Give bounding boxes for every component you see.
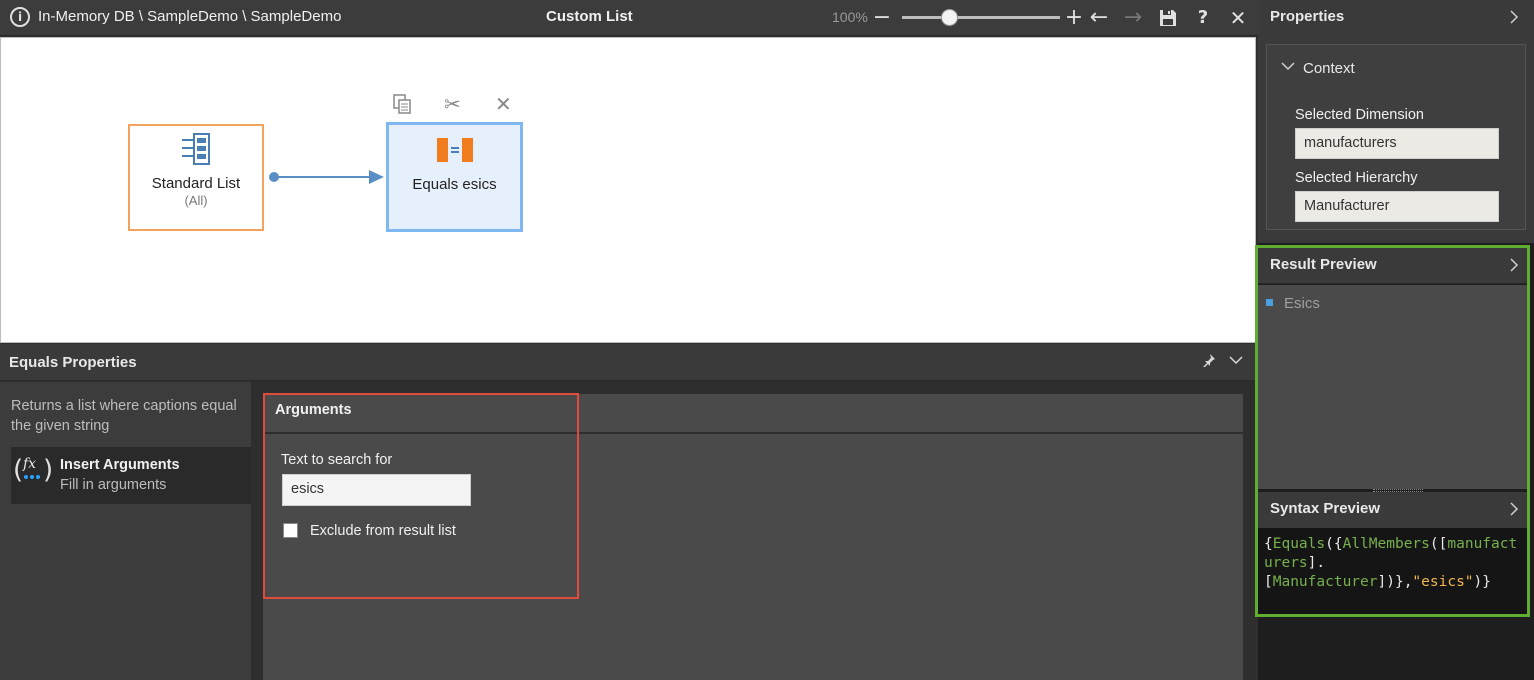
syntax-punct: { <box>1264 536 1273 552</box>
syntax-member: Manufacturer <box>1272 574 1378 590</box>
node-toolbar: ✂ ✕ <box>389 93 523 115</box>
close-icon[interactable]: ✕ <box>1225 5 1251 31</box>
step-title: Insert Arguments <box>60 457 180 473</box>
search-text-label: Text to search for <box>281 452 393 468</box>
cut-icon[interactable]: ✂ <box>444 93 461 115</box>
step-subtitle: Fill in arguments <box>60 477 167 493</box>
selected-hierarchy-label: Selected Hierarchy <box>1295 170 1418 186</box>
zoom-in-icon[interactable]: + <box>1061 5 1087 31</box>
equals-icon <box>437 138 473 162</box>
right-panel: Properties Context Selected Dimension ma… <box>1258 0 1534 680</box>
equals-properties-title: Equals Properties <box>9 354 137 371</box>
syntax-string: "esics" <box>1412 574 1474 590</box>
syntax-punct: ([ <box>1429 536 1448 552</box>
syntax-preview-title: Syntax Preview <box>1270 500 1381 517</box>
syntax-preview-code: {Equals({AllMembers([manufacturers]. [Ma… <box>1258 528 1528 614</box>
context-title[interactable]: Context <box>1303 60 1355 77</box>
pin-icon[interactable] <box>1202 353 1216 370</box>
zoom-level-text: 100% <box>832 9 868 25</box>
selected-dimension-label: Selected Dimension <box>1295 107 1424 123</box>
insert-arguments-step[interactable]: ( fx ) Insert Arguments Fill in argument… <box>11 447 251 504</box>
chevron-right-icon[interactable] <box>1509 502 1519 519</box>
undo-icon[interactable]: ← <box>1086 5 1112 31</box>
exclude-checkbox-label[interactable]: Exclude from result list <box>310 523 456 539</box>
selected-hierarchy-field[interactable]: Manufacturer <box>1295 191 1499 222</box>
function-icon: ( fx ) <box>13 455 54 485</box>
breadcrumb: In-Memory DB \ SampleDemo \ SampleDemo <box>38 8 342 25</box>
node-name: Standard List <box>151 175 241 192</box>
equals-properties-header: Equals Properties <box>0 344 1256 381</box>
result-preview-title: Result Preview <box>1270 256 1377 273</box>
zoom-slider-track[interactable] <box>902 16 1060 19</box>
delete-icon[interactable]: ✕ <box>495 93 512 115</box>
redo-icon[interactable]: → <box>1120 5 1146 31</box>
connector-arrow <box>269 170 384 184</box>
zoom-slider-thumb[interactable] <box>941 9 958 26</box>
selected-dimension-field[interactable]: manufacturers <box>1295 128 1499 159</box>
function-description-panel: Returns a list where captions equal the … <box>0 382 251 680</box>
list-item[interactable]: Esics <box>1284 295 1320 312</box>
search-text-input[interactable]: esics <box>282 474 471 506</box>
result-preview-list: Esics <box>1258 285 1528 489</box>
help-icon[interactable]: ? <box>1190 5 1216 31</box>
copy-icon[interactable] <box>391 93 413 119</box>
standard-list-node[interactable]: Standard List (All) <box>128 124 264 231</box>
properties-title: Properties <box>1270 8 1345 25</box>
syntax-punct: )} <box>1473 574 1491 590</box>
list-icon <box>182 133 210 165</box>
save-icon[interactable] <box>1155 5 1181 31</box>
chevron-right-icon[interactable] <box>1509 10 1519 27</box>
exclude-checkbox[interactable] <box>283 523 298 538</box>
collapse-chevron-icon[interactable] <box>1229 353 1243 370</box>
arguments-header: Arguments <box>263 394 1243 434</box>
arguments-area: Arguments Text to search for esics Exclu… <box>251 382 1256 680</box>
properties-body: Context Selected Dimension manufacturers… <box>1258 37 1534 243</box>
chevron-down-icon[interactable] <box>1281 59 1295 74</box>
info-icon[interactable]: i <box>10 7 30 27</box>
page-title: Custom List <box>546 8 633 25</box>
properties-header: Properties <box>1258 0 1534 37</box>
zoom-out-icon[interactable]: − <box>869 5 895 31</box>
list-bullet <box>1266 299 1273 306</box>
node-subtitle: (All) <box>184 193 208 208</box>
syntax-punct: ({ <box>1325 536 1343 552</box>
syntax-function: AllMembers <box>1342 536 1430 552</box>
arguments-panel: Arguments Text to search for esics Exclu… <box>263 394 1243 680</box>
workflow-canvas[interactable]: Standard List (All) ✂ ✕ Equals esics <box>0 37 1256 343</box>
arguments-title: Arguments <box>275 402 352 418</box>
equals-node[interactable]: Equals esics <box>386 122 523 232</box>
chevron-right-icon[interactable] <box>1509 258 1519 275</box>
syntax-preview-header: Syntax Preview <box>1258 492 1528 528</box>
context-section: Context Selected Dimension manufacturers… <box>1266 44 1526 230</box>
function-description: Returns a list where captions equal the … <box>11 398 237 434</box>
node-name: Equals esics <box>412 176 497 193</box>
syntax-function: Equals <box>1272 536 1326 552</box>
result-preview-header: Result Preview <box>1258 248 1528 284</box>
panel-footer <box>1258 618 1534 680</box>
syntax-punct: ])}, <box>1377 574 1413 590</box>
top-toolbar: i In-Memory DB \ SampleDemo \ SampleDemo… <box>0 0 1258 36</box>
